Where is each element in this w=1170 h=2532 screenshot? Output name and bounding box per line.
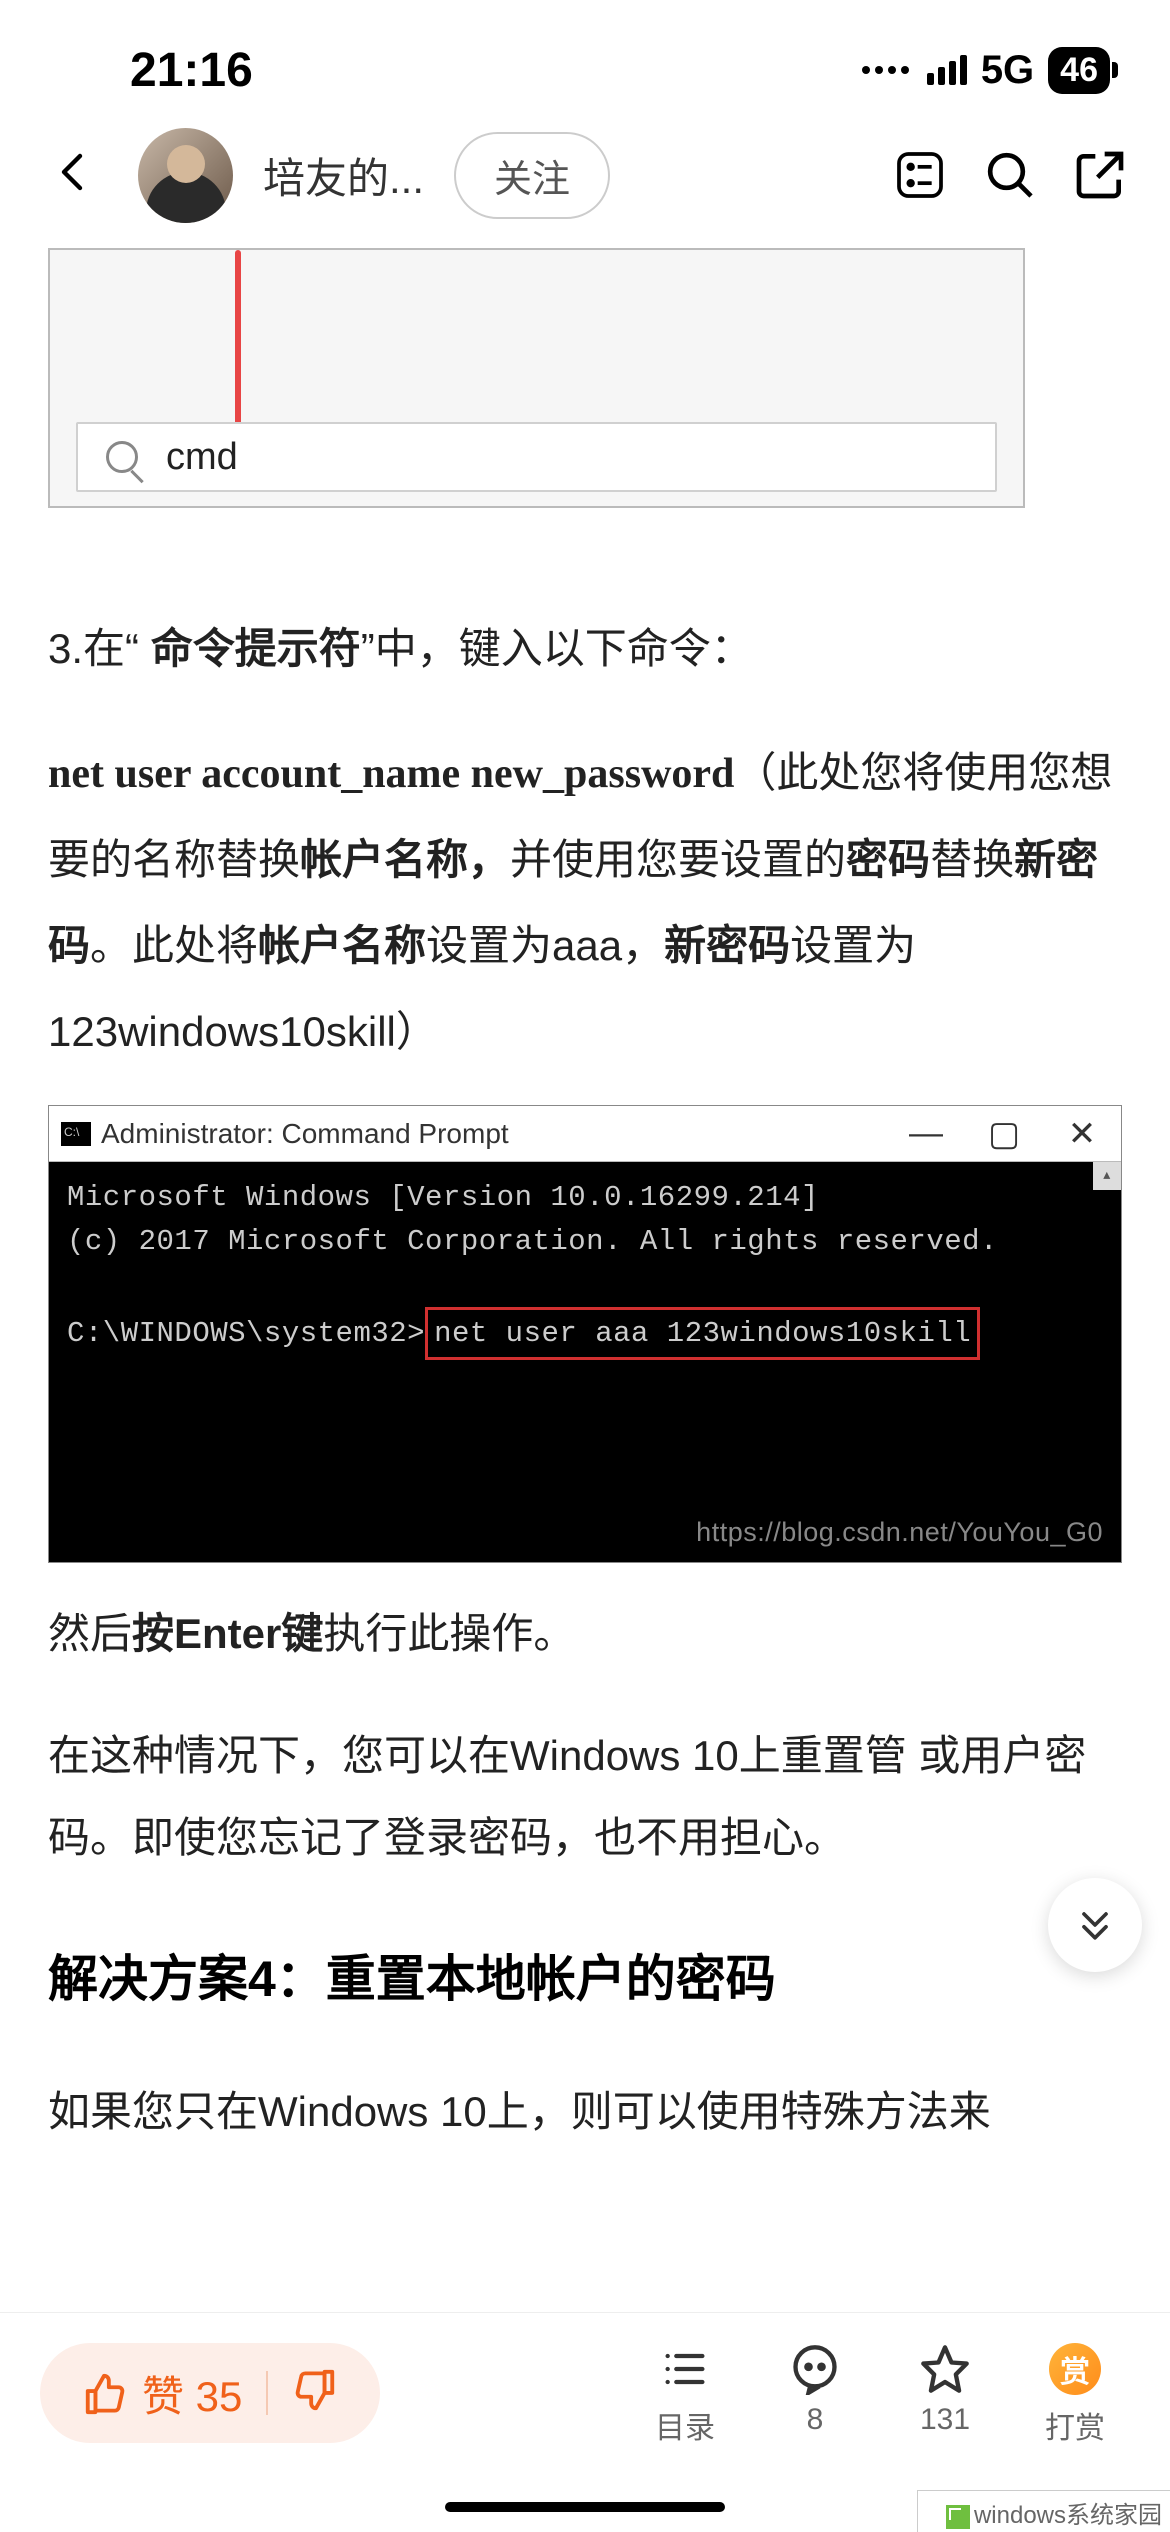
comments-button[interactable]: 8 [760,2343,870,2437]
reward-icon: 赏 [1049,2343,1101,2395]
image-watermark: https://blog.csdn.net/YouYou_G0 [696,1512,1103,1553]
divider [266,2371,268,2415]
reward-button[interactable]: 赏 打赏 [1020,2343,1130,2447]
close-icon: ✕ [1043,1106,1121,1161]
status-right: 5G 46 [862,47,1110,94]
toc-button[interactable]: 目录 [630,2343,740,2447]
command-description: net user account_name new_password（此处您将使… [48,730,1122,1075]
solution4-heading: 解决方案4：重置本地帐户的密码 [48,1939,1122,2011]
search-text: cmd [166,436,238,479]
cmd-output: ▴ Microsoft Windows [Version 10.0.16299.… [49,1162,1121,1562]
search-icon [106,441,138,473]
reset-note: 在这种情况下，您可以在Windows 10上重置管 或用户密码。即使您忘记了登录… [48,1715,1122,1879]
screenshot-cmd-search: cmd [48,248,1025,508]
scrollbar-up: ▴ [1093,1162,1121,1190]
site-watermark: windows系统家园 [917,2490,1170,2532]
windows-logo-icon [946,2505,970,2529]
favorite-button[interactable]: 131 [890,2343,1000,2437]
screenshot-command-prompt: Administrator: Command Prompt — ▢ ✕ ▴ Mi… [48,1105,1122,1563]
minimize-icon: — [887,1106,965,1161]
author-avatar[interactable] [138,128,233,223]
like-button[interactable]: 赞 35 [82,2363,242,2424]
annotation-red-line [235,250,241,426]
back-button[interactable] [40,141,108,210]
cmd-window-icon [61,1122,91,1146]
list-view-icon[interactable] [890,145,950,205]
highlighted-command: net user aaa 123windows10skill [425,1307,980,1361]
cmd-window-titlebar: Administrator: Command Prompt — ▢ ✕ [49,1106,1121,1162]
scroll-down-fab[interactable] [1048,1878,1142,1972]
follow-button[interactable]: 关注 [454,132,610,219]
windows-search-box: cmd [76,422,997,492]
step3-intro: 3.在“ 命令提示符”中，键入以下命令： [48,608,1122,690]
like-dislike-cluster: 赞 35 [40,2343,380,2443]
status-time: 21:16 [130,43,253,98]
battery-indicator: 46 [1048,47,1110,94]
status-bar: 21:16 5G 46 [0,0,1170,110]
author-name[interactable]: 培友的... [263,145,424,206]
cutoff-paragraph: 如果您只在Windows 10上，则可以使用特殊方法来 [48,2071,1122,2153]
open-external-icon[interactable] [1070,145,1130,205]
window-controls: — ▢ ✕ [887,1106,1121,1161]
maximize-icon: ▢ [965,1106,1043,1161]
signal-bars-icon [927,55,967,85]
signal-dots-icon [862,66,909,74]
dislike-button[interactable] [292,2368,338,2419]
header-nav: 培友的... 关注 [0,110,1170,240]
article-content: cmd 3.在“ 命令提示符”中，键入以下命令： net user accoun… [0,248,1170,2153]
cmd-window-title: Administrator: Command Prompt [101,1118,509,1150]
search-icon[interactable] [980,145,1040,205]
press-enter-note: 然后按Enter键执行此操作。 [48,1593,1122,1675]
home-indicator [445,2502,725,2512]
network-label: 5G [981,48,1034,93]
